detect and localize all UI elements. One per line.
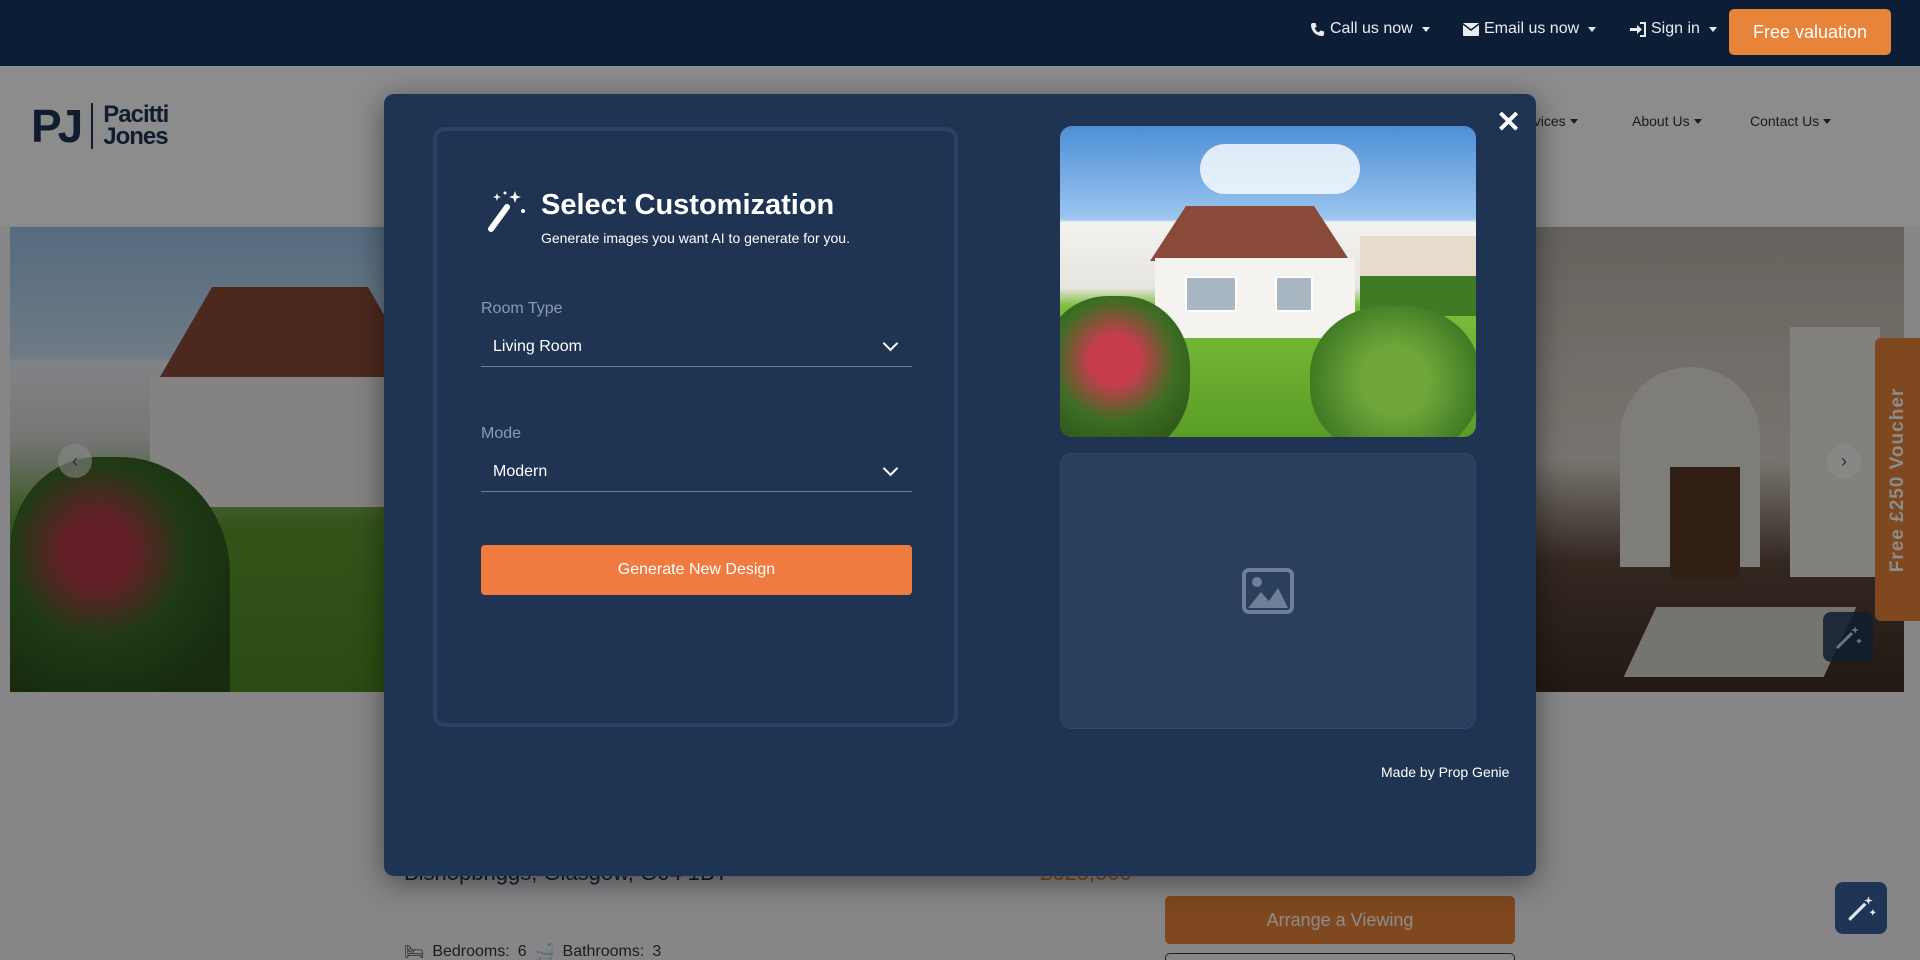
customization-modal: ✕ Select Customization Generate images y… [384,94,1536,876]
caret-down-icon [1708,26,1717,32]
chevron-down-icon [882,335,899,352]
call-us-dropdown[interactable]: Call us now [1310,20,1430,38]
free-valuation-button[interactable]: Free valuation [1729,9,1891,55]
email-us-dropdown[interactable]: Email us now [1463,20,1597,38]
magic-wand-icon [488,191,525,232]
generate-new-design-button[interactable]: Generate New Design [481,545,912,595]
close-icon[interactable]: ✕ [1496,108,1521,138]
chevron-down-icon [882,460,899,477]
room-type-label: Room Type [481,300,563,317]
mode-value: Modern [493,462,548,480]
image-icon [1242,568,1294,614]
mode-label: Mode [481,425,522,442]
modal-title: Select Customization [541,189,835,221]
mode-select[interactable]: Modern [481,452,912,492]
top-bar: Call us now Email us now Sign in Free va… [0,0,1920,66]
generated-image-placeholder [1060,453,1476,729]
made-by-credit: Made by Prop Genie [1381,764,1510,780]
email-us-label: Email us now [1484,20,1580,37]
panel-header: Select Customization Generate images you… [485,189,850,246]
envelope-icon [1463,22,1479,36]
sign-in-label: Sign in [1651,20,1700,37]
room-type-select[interactable]: Living Room [481,327,912,367]
modal-subtitle: Generate images you want AI to generate … [541,230,850,246]
ai-wand-floating-button[interactable] [1835,882,1887,934]
sign-in-dropdown[interactable]: Sign in [1630,20,1717,38]
caret-down-icon [1421,26,1430,32]
room-type-value: Living Room [493,337,582,355]
phone-icon [1310,22,1325,36]
source-property-image [1060,126,1476,437]
caret-down-icon [1588,26,1597,32]
call-us-label: Call us now [1330,20,1413,37]
customization-panel: Select Customization Generate images you… [433,127,958,727]
sign-in-icon [1630,21,1646,37]
magic-wand-icon [1848,896,1876,921]
